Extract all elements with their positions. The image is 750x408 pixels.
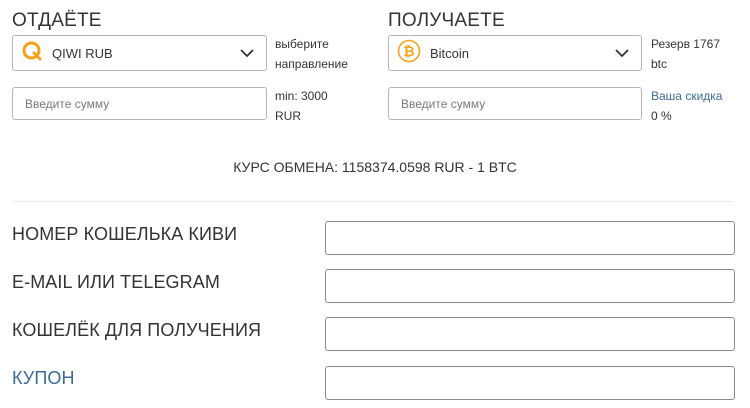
discount-link[interactable]: Ваша скидка — [651, 86, 722, 106]
receive-wallet-input[interactable] — [325, 317, 735, 351]
divider — [12, 201, 734, 202]
get-amount-input[interactable] — [388, 87, 642, 120]
get-reserve: Резерв 1767 btc — [651, 34, 720, 74]
wallet-qiwi-input[interactable] — [325, 221, 735, 255]
receive-wallet-label: КОШЕЛЁК ДЛЯ ПОЛУЧЕНИЯ — [12, 320, 262, 340]
bitcoin-icon: ₿ — [397, 39, 421, 68]
give-limit-line2: RUR — [275, 109, 301, 123]
get-reserve-line1: Резерв 1767 — [651, 37, 721, 51]
wallet-qiwi-label: НОМЕР КОШЕЛЬКА КИВИ — [12, 224, 238, 244]
give-limit-line1: min: 3000 — [275, 89, 328, 103]
email-telegram-input[interactable] — [325, 269, 735, 303]
discount-block: Ваша скидка 0 % — [651, 86, 722, 126]
qiwi-icon — [21, 40, 43, 67]
give-currency-select[interactable]: QIWI RUB — [12, 35, 267, 71]
give-direction-hint: выберите направление — [275, 34, 348, 74]
email-telegram-label: E-MAIL ИЛИ TELEGRAM — [12, 272, 220, 292]
chevron-down-icon — [613, 44, 631, 62]
give-limit: min: 3000 RUR — [275, 86, 328, 126]
get-title: ПОЛУЧАЕТЕ — [388, 10, 505, 31]
chevron-down-icon — [238, 44, 256, 62]
get-reserve-line2: btc — [651, 57, 668, 71]
give-direction-hint-line1: выберите — [275, 37, 329, 51]
give-currency-label: QIWI RUB — [52, 45, 113, 61]
svg-text:₿: ₿ — [403, 44, 414, 60]
give-direction-hint-line2: направление — [275, 57, 348, 71]
coupon-label[interactable]: КУПОН — [12, 368, 75, 389]
get-currency-select[interactable]: ₿ Bitcoin — [388, 35, 642, 71]
exchange-rate: КУРС ОБМЕНА: 1158374.0598 RUR - 1 BTC — [233, 159, 517, 175]
discount-value: 0 % — [651, 109, 672, 123]
coupon-input[interactable] — [325, 366, 735, 400]
give-amount-input[interactable] — [12, 87, 267, 120]
give-title: ОТДАЁТЕ — [12, 10, 102, 31]
get-currency-label: Bitcoin — [430, 45, 470, 61]
